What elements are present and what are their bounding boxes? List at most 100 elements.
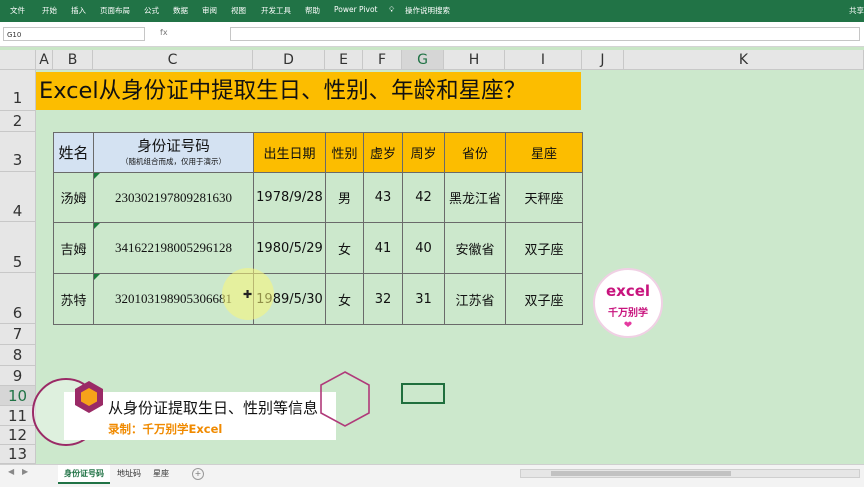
header-id-number[interactable]: 身份证号码 （随机组合而成，仅用于演示） bbox=[93, 132, 254, 173]
add-sheet-icon[interactable]: + bbox=[192, 468, 204, 480]
column-header-d[interactable]: D bbox=[253, 50, 325, 70]
cell-province[interactable]: 安徽省 bbox=[444, 222, 506, 274]
logo-text-excel: excel bbox=[605, 282, 651, 300]
header-actual-age[interactable]: 周岁 bbox=[402, 132, 445, 173]
cell-id-number[interactable]: 341622198005296128 bbox=[93, 222, 254, 274]
header-zodiac[interactable]: 星座 bbox=[505, 132, 583, 173]
row-header-11[interactable]: 11 bbox=[0, 406, 36, 426]
text-number-indicator-icon bbox=[94, 223, 100, 229]
row-header-7[interactable]: 7 bbox=[0, 324, 36, 345]
header-province[interactable]: 省份 bbox=[444, 132, 506, 173]
lightbulb-icon: 💡︎ bbox=[389, 5, 395, 14]
tab-home[interactable]: 开始 bbox=[42, 5, 57, 16]
column-header-g[interactable]: G bbox=[402, 50, 444, 70]
tab-view[interactable]: 视图 bbox=[231, 5, 246, 16]
sheet-tab-address-code[interactable]: 地址码 bbox=[112, 465, 146, 482]
name-box[interactable]: G10 bbox=[3, 27, 145, 41]
cell-gender[interactable]: 女 bbox=[325, 222, 364, 274]
text-number-indicator-icon bbox=[94, 274, 100, 280]
cell-id-value: 230302197809281630 bbox=[115, 189, 232, 205]
column-header-k[interactable]: K bbox=[624, 50, 864, 70]
cell-id-value: 341622198005296128 bbox=[115, 240, 232, 255]
scrollbar-thumb[interactable] bbox=[551, 471, 731, 476]
row-header-13[interactable]: 13 bbox=[0, 445, 36, 464]
table-row: 吉姆 341622198005296128 1980/5/29 女 41 40 … bbox=[53, 222, 583, 274]
cell-nominal-age[interactable]: 32 bbox=[363, 273, 403, 325]
id-data-table: 姓名 身份证号码 （随机组合而成，仅用于演示） 出生日期 性别 虚岁 周岁 省份… bbox=[53, 132, 583, 325]
tell-me-search[interactable]: 操作说明搜索 bbox=[405, 5, 450, 16]
column-header-j[interactable]: J bbox=[582, 50, 624, 70]
header-id-note: （随机组合而成，仅用于演示） bbox=[121, 157, 226, 166]
cell-gender[interactable]: 女 bbox=[325, 273, 364, 325]
row-header-4[interactable]: 4 bbox=[0, 172, 36, 222]
cell-zodiac[interactable]: 双子座 bbox=[505, 222, 583, 274]
tab-review[interactable]: 审阅 bbox=[202, 5, 217, 16]
cell-gender[interactable]: 男 bbox=[325, 172, 364, 223]
next-sheet-icon[interactable]: ▶ bbox=[22, 467, 28, 476]
cell-zodiac[interactable]: 天秤座 bbox=[505, 172, 583, 223]
cell-actual-age[interactable]: 40 bbox=[402, 222, 445, 274]
tab-power-pivot[interactable]: Power Pivot bbox=[334, 5, 377, 14]
tab-help[interactable]: 帮助 bbox=[305, 5, 320, 16]
header-name[interactable]: 姓名 bbox=[53, 132, 94, 173]
fx-icon[interactable]: fx bbox=[160, 28, 168, 37]
formula-input[interactable] bbox=[230, 27, 860, 41]
header-id-main: 身份证号码 bbox=[137, 139, 210, 155]
column-header-a[interactable]: A bbox=[36, 50, 53, 70]
column-header-b[interactable]: B bbox=[53, 50, 93, 70]
cell-actual-age[interactable]: 42 bbox=[402, 172, 445, 223]
logo-text-brand: 千万别学 bbox=[608, 308, 648, 319]
header-gender[interactable]: 性别 bbox=[325, 132, 364, 173]
cell-actual-age[interactable]: 31 bbox=[402, 273, 445, 325]
row-header-10[interactable]: 10 bbox=[0, 386, 36, 406]
cell-province[interactable]: 江苏省 bbox=[444, 273, 506, 325]
row-header-5[interactable]: 5 bbox=[0, 222, 36, 273]
column-header-i[interactable]: I bbox=[505, 50, 582, 70]
sheet-tab-id-number[interactable]: 身份证号码 bbox=[58, 465, 110, 484]
row-header-6[interactable]: 6 bbox=[0, 273, 36, 324]
cell-province[interactable]: 黑龙江省 bbox=[444, 172, 506, 223]
tab-page-layout[interactable]: 页面布局 bbox=[100, 5, 130, 16]
banner-credit: 录制：千万别学Excel bbox=[108, 422, 223, 436]
select-all-corner[interactable] bbox=[0, 50, 36, 70]
cell-id-value: 320103198905306681 bbox=[115, 291, 232, 306]
cell-birth-date[interactable]: 1978/9/28 bbox=[253, 172, 326, 223]
row-header-3[interactable]: 3 bbox=[0, 132, 36, 172]
column-header-h[interactable]: H bbox=[444, 50, 505, 70]
column-header-c[interactable]: C bbox=[93, 50, 253, 70]
cell-name[interactable]: 苏特 bbox=[53, 273, 94, 325]
row-header-8[interactable]: 8 bbox=[0, 345, 36, 366]
banner-title: 从身份证提取生日、性别等信息 bbox=[108, 399, 319, 417]
cell-cursor-icon: ✚ bbox=[243, 288, 253, 301]
heart-icon: ❤ bbox=[623, 320, 633, 331]
cell-name[interactable]: 汤姆 bbox=[53, 172, 94, 223]
row-header-2[interactable]: 2 bbox=[0, 111, 36, 132]
tab-file[interactable]: 文件 bbox=[10, 5, 25, 16]
cell-nominal-age[interactable]: 43 bbox=[363, 172, 403, 223]
cell-name[interactable]: 吉姆 bbox=[53, 222, 94, 274]
ribbon-tab-bar: 文件 开始 插入 页面布局 公式 数据 审阅 视图 开发工具 帮助 Power … bbox=[0, 0, 864, 22]
cell-birth-date[interactable]: 1980/5/29 bbox=[253, 222, 326, 274]
sheet-title[interactable]: Excel从身份证中提取生日、性别、年龄和星座？ bbox=[36, 72, 581, 110]
column-header-e[interactable]: E bbox=[325, 50, 363, 70]
selected-cell[interactable] bbox=[401, 383, 445, 404]
share-button[interactable]: 共享 bbox=[849, 5, 864, 16]
row-header-9[interactable]: 9 bbox=[0, 366, 36, 386]
row-header-1[interactable]: 1 bbox=[0, 70, 36, 111]
hexagon-outline-icon bbox=[320, 371, 370, 427]
horizontal-scrollbar[interactable] bbox=[520, 469, 860, 478]
row-header-12[interactable]: 12 bbox=[0, 426, 36, 445]
cell-id-number[interactable]: 230302197809281630 bbox=[93, 172, 254, 223]
column-header-f[interactable]: F bbox=[363, 50, 402, 70]
channel-logo: excel 千万别学 ❤ bbox=[593, 268, 663, 338]
tab-data[interactable]: 数据 bbox=[173, 5, 188, 16]
sheet-tab-zodiac[interactable]: 星座 bbox=[148, 465, 174, 482]
header-birth-date[interactable]: 出生日期 bbox=[253, 132, 326, 173]
tab-insert[interactable]: 插入 bbox=[71, 5, 86, 16]
cell-nominal-age[interactable]: 41 bbox=[363, 222, 403, 274]
cell-zodiac[interactable]: 双子座 bbox=[505, 273, 583, 325]
tab-formulas[interactable]: 公式 bbox=[144, 5, 159, 16]
prev-sheet-icon[interactable]: ◀ bbox=[8, 467, 14, 476]
header-nominal-age[interactable]: 虚岁 bbox=[363, 132, 403, 173]
tab-developer[interactable]: 开发工具 bbox=[261, 5, 291, 16]
